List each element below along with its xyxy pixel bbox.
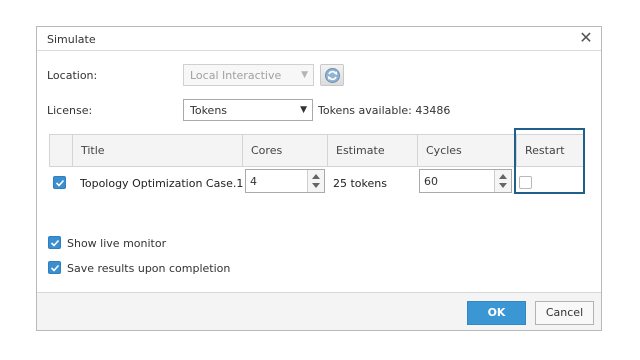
increment-icon[interactable] [499, 174, 507, 179]
column-header-estimate[interactable]: Estimate [327, 135, 417, 166]
save-results-checkbox[interactable] [48, 261, 61, 274]
restart-checkbox[interactable] [519, 176, 532, 189]
license-select[interactable]: Tokens ▼ [183, 99, 313, 121]
refresh-icon [325, 68, 340, 83]
cores-value: 4 [250, 175, 257, 188]
row-title: Topology Optimization Case.1 [80, 177, 244, 190]
dialog-footer: OK Cancel [37, 292, 601, 330]
refresh-button[interactable] [320, 64, 344, 86]
decrement-icon[interactable] [499, 183, 507, 188]
column-header-cores[interactable]: Cores [242, 135, 327, 166]
close-icon[interactable]: ✕ [577, 29, 595, 47]
checkmark-icon [50, 264, 60, 272]
location-select: Local Interactive ▼ [183, 64, 314, 86]
tokens-available: Tokens available: 43486 [318, 104, 451, 117]
checkmark-icon [50, 239, 60, 247]
cores-spin-buttons[interactable] [307, 170, 324, 192]
jobs-table-header: Title Cores Estimate Cycles Restart [49, 134, 585, 167]
row-select-checkbox[interactable] [53, 176, 66, 189]
cycles-stepper[interactable]: 60 [419, 169, 512, 193]
increment-icon[interactable] [312, 174, 320, 179]
dialog-titlebar: Simulate ✕ [37, 27, 601, 51]
license-value: Tokens [190, 104, 228, 117]
cancel-button[interactable]: Cancel [535, 301, 594, 325]
show-live-monitor-label[interactable]: Show live monitor [67, 237, 166, 250]
location-value: Local Interactive [190, 69, 282, 82]
cycles-spin-buttons[interactable] [494, 170, 511, 192]
column-header-restart[interactable]: Restart [516, 135, 584, 166]
dialog-title: Simulate [47, 33, 96, 46]
ok-button[interactable]: OK [467, 301, 526, 325]
cycles-value: 60 [424, 175, 438, 188]
table-row[interactable]: Topology Optimization Case.1 4 25 tokens… [49, 167, 585, 197]
checkmark-icon [55, 179, 65, 187]
location-label: Location: [47, 69, 98, 82]
simulate-dialog: Simulate ✕ Location: Local Interactive ▼… [36, 26, 602, 331]
chevron-down-icon: ▼ [300, 105, 307, 115]
chevron-down-icon: ▼ [301, 70, 308, 80]
column-header-title[interactable]: Title [72, 135, 242, 166]
decrement-icon[interactable] [312, 183, 320, 188]
cores-stepper[interactable]: 4 [245, 169, 325, 193]
license-label: License: [47, 104, 93, 117]
save-results-label[interactable]: Save results upon completion [67, 262, 230, 275]
row-estimate: 25 tokens [333, 177, 387, 190]
show-live-monitor-checkbox[interactable] [48, 236, 61, 249]
column-header-cycles[interactable]: Cycles [417, 135, 516, 166]
